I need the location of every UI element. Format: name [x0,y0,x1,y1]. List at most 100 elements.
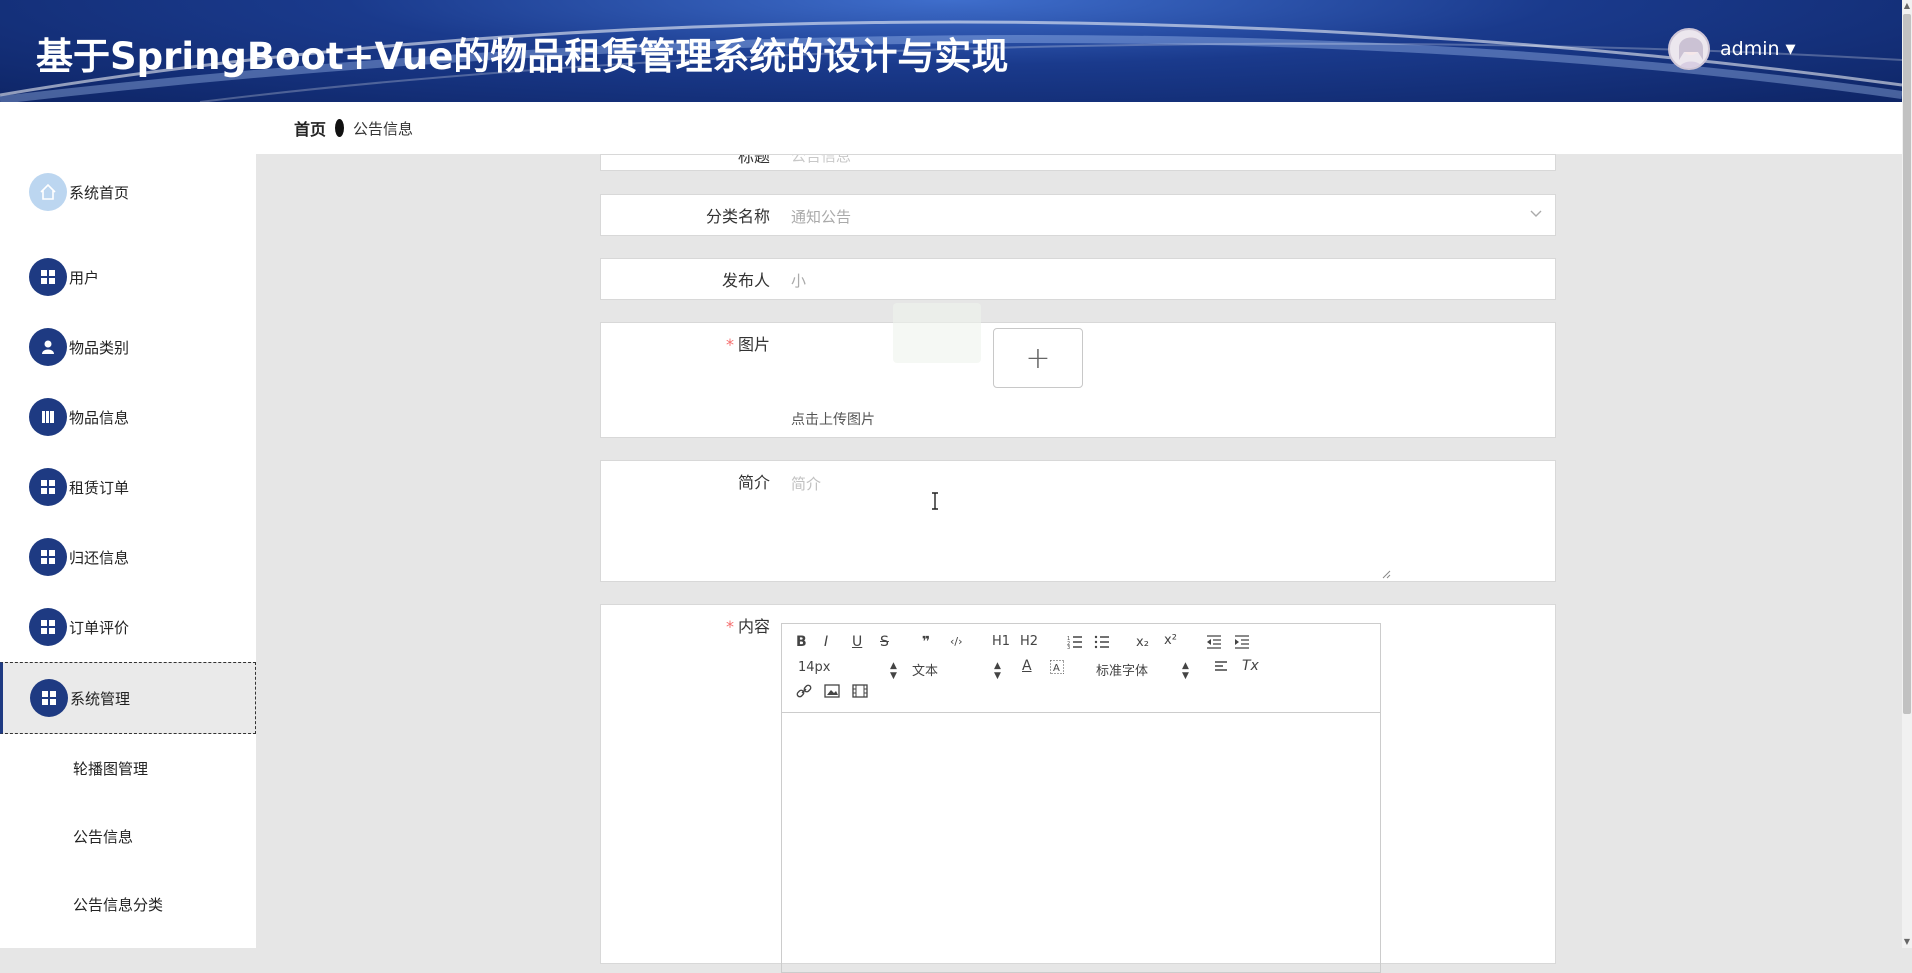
username[interactable]: admin [1720,38,1780,60]
resize-grip-icon[interactable] [1381,569,1391,579]
sidebar: 系统首页 用户 物品类别 物品信息 租赁订单 归还信息 订单评价 系统管理 轮播… [0,102,256,948]
text-style-select[interactable]: 文本 ▲ ▼ [912,660,1002,681]
outdent-icon[interactable] [1206,635,1222,649]
breadcrumb-current: 公告信息 [353,119,414,138]
underline-icon[interactable]: U [852,634,862,650]
required-mark: * [725,335,734,354]
breadcrumb: 首页 公告信息 [256,102,1902,154]
intro-label: 简介 [737,473,770,492]
category-field-row: 分类名称 通知公告 [600,194,1556,236]
strikethrough-icon[interactable]: S [880,634,889,650]
content-label: * 内容 [726,613,770,637]
svg-text:A: A [1053,663,1060,674]
user-menu[interactable]: admin ▼ [1668,28,1796,70]
grid-icon [30,679,68,717]
select-arrows-icon: ▲ ▼ [1182,661,1189,681]
sidebar-subitem-carousel[interactable]: 轮播图管理 [73,758,148,779]
text-cursor-icon [930,492,940,515]
select-arrows-icon: ▲ ▼ [890,661,897,681]
upload-hint: 点击上传图片 [791,412,875,428]
sidebar-item-label: 系统管理 [70,689,131,708]
page-scrollbar[interactable]: ▲ ▼ [1902,0,1912,948]
video-icon[interactable] [852,684,868,698]
sidebar-item-label: 系统首页 [69,183,130,202]
home-icon [29,173,67,211]
link-icon[interactable] [796,684,812,698]
font-family-value: 标准字体 [1096,664,1149,679]
editor-content-area[interactable] [782,713,1380,973]
code-block-icon[interactable]: ‹/› [950,635,963,648]
svg-text:3: 3 [1067,645,1070,649]
grid-icon [29,608,67,646]
category-label: 分类名称 [705,207,770,226]
heading1-icon[interactable]: H1 [992,634,1010,649]
image-icon[interactable] [824,684,840,698]
sidebar-item-label: 订单评价 [69,618,130,637]
app-header: 基于SpringBoot+Vue的物品租赁管理系统的设计与实现 admin ▼ [0,0,1902,102]
title-input[interactable]: 公告信息 [791,155,851,166]
italic-icon[interactable]: I [824,634,828,650]
category-select[interactable]: 通知公告 [791,206,851,227]
sidebar-item-reviews[interactable]: 订单评价 [0,597,256,657]
sidebar-item-items[interactable]: 物品信息 [0,387,256,447]
indent-icon[interactable] [1234,635,1250,649]
plus-icon: + [1025,340,1051,376]
title-field-row: 标题 公告信息 [600,154,1556,171]
scroll-thumb[interactable] [1903,14,1911,714]
heading2-icon[interactable]: H2 [1020,634,1038,649]
align-icon[interactable] [1214,661,1228,673]
ordered-list-icon[interactable]: 123 [1067,635,1083,649]
intro-field-row: 简介 简介 [600,460,1556,582]
breadcrumb-home[interactable]: 首页 [294,116,326,140]
sidebar-subitem-announcements[interactable]: 公告信息 [73,826,133,847]
sidebar-item-label: 归还信息 [69,548,130,567]
avatar[interactable] [1668,28,1710,70]
sidebar-item-home[interactable]: 系统首页 [0,162,256,222]
app-title: 基于SpringBoot+Vue的物品租赁管理系统的设计与实现 [36,35,1009,78]
sidebar-item-rental-orders[interactable]: 租赁订单 [0,457,256,517]
select-arrows-icon: ▲ ▼ [994,661,1001,681]
intro-textarea[interactable]: 简介 [791,473,821,494]
image-label: * 图片 [726,331,770,355]
upload-preview-ghost [893,303,981,363]
content-label-text: 内容 [737,617,770,636]
publisher-input[interactable]: 小 [791,270,806,291]
bullet-list-icon[interactable] [1094,635,1110,649]
content-field-row: * 内容 B I U S ❞ ‹/› H1 H2 123 x₂ x² 14px … [600,604,1556,973]
sidebar-item-system[interactable]: 系统管理 [0,662,256,734]
scroll-down-arrow-icon[interactable]: ▼ [1902,936,1912,948]
font-family-select[interactable]: 标准字体 ▲ ▼ [1096,660,1189,681]
sidebar-subitem-announcement-categories[interactable]: 公告信息分类 [73,894,163,915]
background-color-icon[interactable]: A [1050,660,1064,674]
editor-toolbar: B I U S ❞ ‹/› H1 H2 123 x₂ x² 14px ▲ ▼ 文… [782,624,1380,713]
book-icon [29,398,67,436]
sidebar-item-returns[interactable]: 归还信息 [0,527,256,587]
text-style-value: 文本 [912,664,939,679]
user-icon [29,328,67,366]
image-field-row: * 图片 + 点击上传图片 [600,303,1556,438]
image-label-text: 图片 [737,335,770,354]
required-mark: * [725,617,734,636]
caret-down-icon[interactable]: ▼ [1786,42,1796,57]
title-label: 标题 [737,154,770,166]
publisher-label: 发布人 [721,271,770,290]
font-color-icon[interactable]: A [1022,658,1032,674]
clear-format-icon[interactable]: Tx [1242,658,1259,674]
chevron-down-icon[interactable] [1529,209,1543,219]
scroll-up-arrow-icon[interactable]: ▲ [1902,0,1912,12]
sidebar-item-categories[interactable]: 物品类别 [0,317,256,377]
font-size-value: 14px [798,660,831,675]
breadcrumb-separator-icon [335,119,345,137]
superscript-icon[interactable]: x² [1164,633,1177,648]
blockquote-icon[interactable]: ❞ [922,634,930,650]
grid-icon [29,538,67,576]
subscript-icon[interactable]: x₂ [1136,635,1149,650]
upload-button[interactable]: + [993,328,1083,388]
sidebar-item-label: 用户 [69,268,100,287]
sidebar-item-label: 租赁订单 [69,478,130,497]
font-size-select[interactable]: 14px ▲ ▼ [798,660,897,681]
bold-icon[interactable]: B [796,634,807,650]
sidebar-item-users[interactable]: 用户 [0,247,256,307]
rich-text-editor: B I U S ❞ ‹/› H1 H2 123 x₂ x² 14px ▲ ▼ 文… [781,623,1381,973]
publisher-field-row: 发布人 小 [600,258,1556,300]
